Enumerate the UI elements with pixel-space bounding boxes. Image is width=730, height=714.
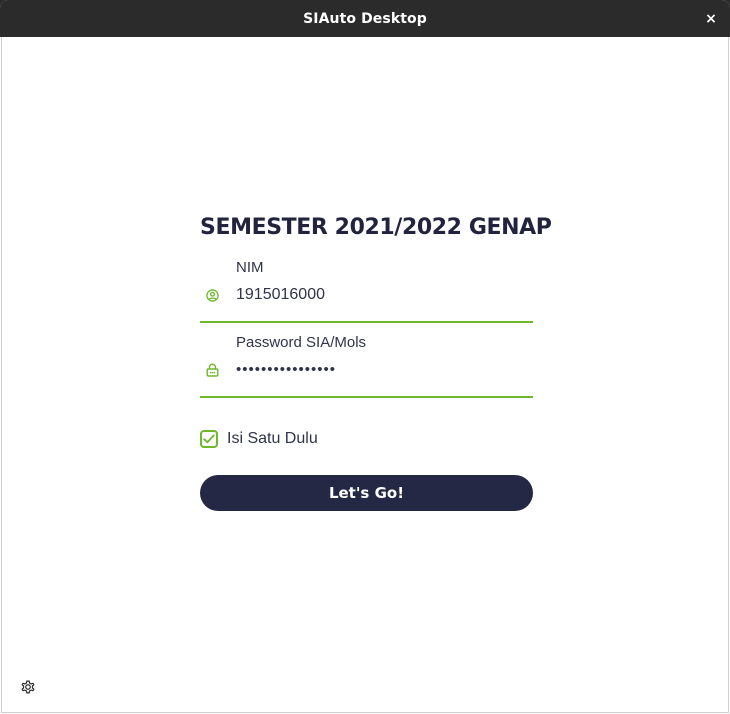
close-button[interactable]: × bbox=[700, 8, 722, 30]
semester-heading: SEMESTER 2021/2022 GENAP bbox=[200, 215, 552, 240]
close-icon: × bbox=[705, 11, 717, 27]
settings-button[interactable] bbox=[18, 677, 38, 697]
nim-label: NIM bbox=[236, 259, 264, 276]
lets-go-button[interactable]: Let's Go! bbox=[200, 475, 533, 511]
remember-checkbox[interactable] bbox=[200, 430, 218, 448]
nim-field: NIM bbox=[200, 257, 533, 323]
user-circle-icon bbox=[205, 288, 219, 302]
lock-icon bbox=[205, 363, 219, 377]
remember-label: Isi Satu Dulu bbox=[227, 430, 318, 447]
app-window: SIAuto Desktop × SEMESTER 2021/2022 GENA… bbox=[0, 0, 730, 714]
remember-checkbox-row[interactable]: Isi Satu Dulu bbox=[200, 428, 318, 450]
title-bar[interactable]: SIAuto Desktop × bbox=[0, 0, 730, 37]
gear-icon bbox=[21, 680, 35, 694]
window-title: SIAuto Desktop bbox=[303, 10, 427, 27]
checkmark-icon bbox=[203, 434, 215, 444]
password-field: Password SIA/Mols bbox=[200, 332, 533, 398]
nim-input[interactable] bbox=[236, 286, 526, 304]
password-label: Password SIA/Mols bbox=[236, 334, 367, 351]
main-content: SEMESTER 2021/2022 GENAP NIM Password SI… bbox=[1, 37, 729, 713]
password-input[interactable] bbox=[236, 361, 526, 378]
lets-go-label: Let's Go! bbox=[328, 484, 405, 502]
